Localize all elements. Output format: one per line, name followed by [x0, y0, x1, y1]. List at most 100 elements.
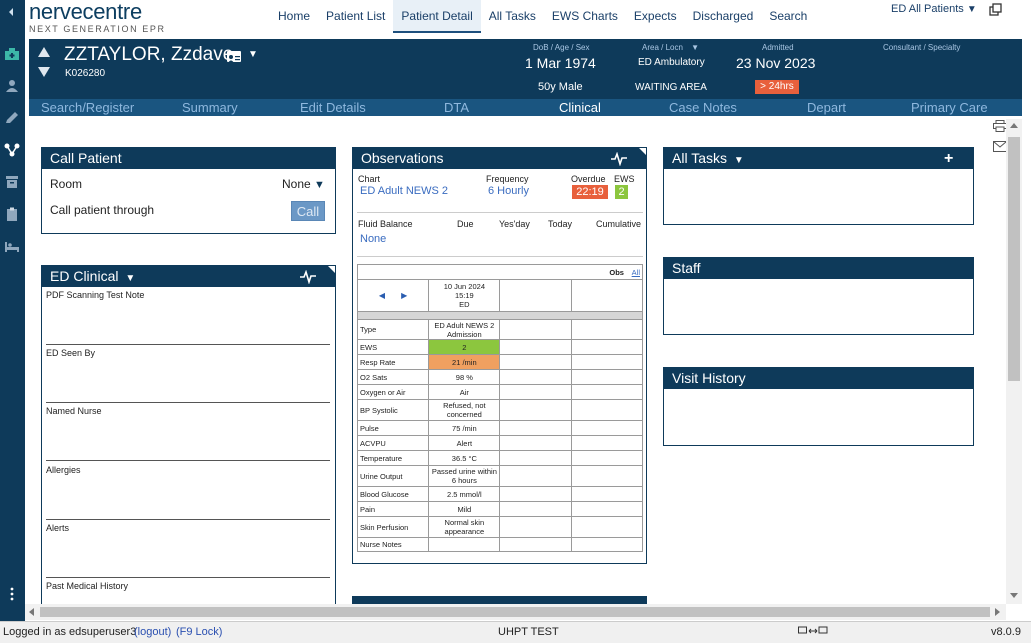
obs-row-value[interactable]: Alert [428, 435, 501, 451]
obs-row-value[interactable]: 36.5 °C [428, 450, 501, 466]
nav-ews-charts[interactable]: EWS Charts [544, 0, 626, 33]
chevron-down-icon: ▼ [314, 179, 325, 191]
clipboard-icon[interactable] [4, 207, 20, 221]
nav-patient-detail[interactable]: Patient Detail [393, 0, 481, 33]
obs-row-value[interactable]: ED Adult NEWS 2 Admission [428, 319, 501, 340]
next-patient-icon[interactable] [38, 67, 50, 77]
tab-search-register[interactable]: Search/Register [41, 99, 134, 116]
app-window: nervecentre NEXT GENERATION EPR Home Pat… [0, 0, 1031, 643]
scroll-up-icon[interactable] [1010, 123, 1018, 128]
scroll-down-icon[interactable] [1010, 593, 1018, 598]
patient-list-label: ED All Patients [891, 3, 964, 15]
tab-dta[interactable]: DTA [444, 99, 469, 116]
obs-row-value[interactable]: 75 /min [428, 420, 501, 436]
mail-icon[interactable] [993, 139, 1007, 152]
more-icon[interactable] [4, 587, 20, 601]
overdue-label: Overdue [571, 174, 606, 184]
duration-badge: > 24hrs [755, 80, 799, 94]
bed-icon[interactable] [4, 239, 20, 253]
hospital-icon[interactable] [4, 47, 20, 61]
patient-banner: ZZTAYLOR, Zzdave ▼ K026280 DoB / Age / S… [29, 39, 1022, 99]
archive-icon[interactable] [4, 175, 20, 189]
obs-row-label: Temperature [356, 450, 430, 466]
frequency-label: Frequency [486, 174, 529, 184]
horizontal-scrollbar[interactable] [25, 604, 1006, 620]
nav-discharged[interactable]: Discharged [685, 0, 762, 33]
tab-case-notes[interactable]: Case Notes [669, 99, 737, 116]
visit-history-title: Visit History [672, 370, 746, 386]
obs-row-label: Nurse Notes [356, 537, 430, 552]
obs-row-value[interactable] [428, 537, 501, 552]
obs-row-label: Type [356, 319, 430, 340]
tab-primary-care[interactable]: Primary Care [911, 99, 988, 116]
id-card-icon[interactable] [227, 51, 241, 63]
nervecentre-logo: nervecentre NEXT GENERATION EPR [29, 1, 229, 35]
ed-field-seen-by[interactable]: ED Seen By [46, 345, 330, 403]
obs-row-value[interactable]: Normal skin appearance [428, 516, 501, 538]
chevron-down-icon: ▼ [691, 43, 700, 52]
nav-expects[interactable]: Expects [626, 0, 685, 33]
obs-row-value[interactable]: Air [428, 384, 501, 400]
call-button[interactable]: Call [291, 201, 325, 221]
area-label[interactable]: Area / Locn ▼ [642, 43, 699, 52]
nav-home[interactable]: Home [270, 0, 318, 33]
ews-badge: 2 [615, 185, 628, 199]
next-column-icon[interactable]: ▶ [401, 291, 407, 300]
frequency-link[interactable]: 6 Hourly [488, 185, 529, 197]
consultant-label: Consultant / Specialty [883, 43, 961, 52]
nav-all-tasks[interactable]: All Tasks [481, 0, 544, 33]
patient-menu-chevron-icon[interactable]: ▼ [248, 49, 258, 60]
room-select[interactable]: None ▼ [282, 177, 325, 191]
scroll-right-icon[interactable] [995, 608, 1000, 616]
obs-row-value[interactable]: 2.5 mmol/l [428, 486, 501, 502]
obs-row-value[interactable]: 98 % [428, 369, 501, 385]
horizontal-scroll-thumb[interactable] [40, 607, 990, 617]
nav-patient-list[interactable]: Patient List [318, 0, 393, 33]
tab-summary[interactable]: Summary [182, 99, 238, 116]
obs-row-value[interactable]: Mild [428, 501, 501, 517]
obs-row-value-ews[interactable]: 2 [428, 339, 501, 355]
print-icon[interactable] [993, 119, 1007, 132]
tab-depart[interactable]: Depart [807, 99, 846, 116]
obs-column-header[interactable]: 10 Jun 2024 15:19 ED [428, 279, 501, 312]
ed-field-alerts[interactable]: Alerts [46, 520, 330, 578]
location-value: WAITING AREA [635, 82, 707, 93]
prev-column-icon[interactable]: ◀ [379, 291, 385, 300]
previous-patient-icon[interactable] [38, 47, 50, 57]
pencil-icon[interactable] [4, 111, 20, 125]
person-icon[interactable] [4, 79, 20, 93]
ed-field-named-nurse[interactable]: Named Nurse [46, 403, 330, 461]
obs-row-value[interactable]: Passed urine within 6 hours [428, 465, 501, 487]
tab-clinical[interactable]: Clinical [559, 99, 601, 116]
ed-field-pdf-scanning[interactable]: PDF Scanning Test Note [46, 287, 330, 345]
add-task-icon[interactable]: + [944, 148, 953, 169]
all-tasks-title: All Tasks [672, 150, 727, 166]
connection-status-icon[interactable] [798, 626, 828, 639]
tab-edit-details[interactable]: Edit Details [300, 99, 366, 116]
nav-search[interactable]: Search [761, 0, 815, 33]
ed-clinical-header[interactable]: ED Clinical ▼ [42, 266, 335, 287]
chevron-down-icon: ▼ [125, 273, 136, 284]
lock-link[interactable]: (F9 Lock) [176, 626, 222, 638]
scroll-left-icon[interactable] [29, 608, 34, 616]
vertical-scrollbar[interactable] [1006, 119, 1022, 604]
fluid-balance-link[interactable]: None [360, 233, 386, 245]
patient-list-selector[interactable]: ED All Patients ▼ [891, 3, 977, 15]
fluid-col-yesday: Yes'day [499, 219, 530, 229]
vertical-scroll-thumb[interactable] [1008, 137, 1020, 381]
collapse-arrow-icon[interactable] [4, 5, 20, 19]
ed-field-allergies[interactable]: Allergies [46, 462, 330, 520]
all-tasks-header[interactable]: All Tasks ▼ + [664, 148, 973, 169]
obs-toggle[interactable]: Obs [609, 268, 624, 277]
obs-row-label: Pain [356, 501, 430, 517]
popout-window-icon[interactable] [989, 3, 1003, 17]
obs-row-value[interactable]: Refused, not concerned [428, 399, 501, 421]
logout-link[interactable]: (logout) [134, 626, 171, 638]
vitals-chart-icon[interactable] [610, 151, 628, 172]
flow-icon[interactable] [4, 143, 20, 157]
brand-name: nervecentre [29, 0, 142, 24]
chart-link[interactable]: ED Adult NEWS 2 [360, 185, 448, 197]
obs-row-value-resp-rate[interactable]: 21 /min [428, 354, 501, 370]
chart-label: Chart [358, 174, 381, 184]
all-link[interactable]: All [632, 268, 640, 277]
